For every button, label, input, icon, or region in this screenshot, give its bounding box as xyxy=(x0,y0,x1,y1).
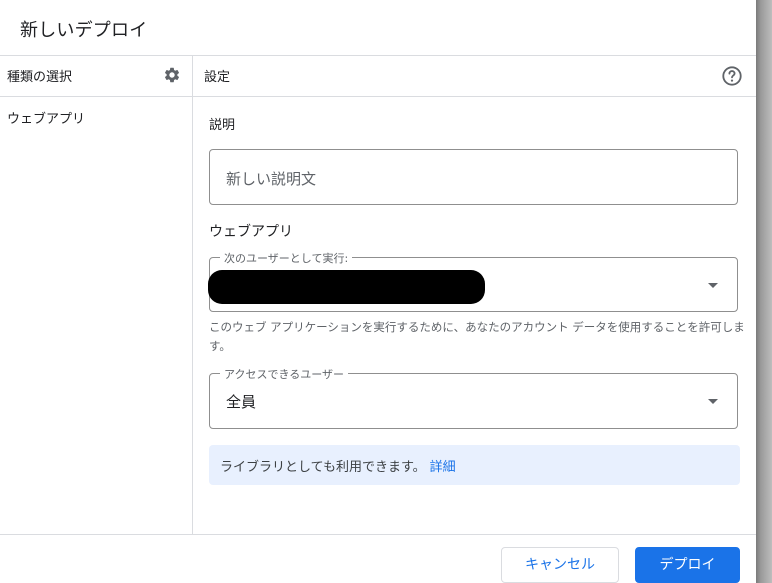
chevron-down-icon xyxy=(708,399,718,404)
title-divider xyxy=(0,55,756,56)
dialog-title: 新しいデプロイ xyxy=(20,20,148,41)
learn-more-link[interactable]: 詳細 xyxy=(430,460,456,475)
description-label: 説明 xyxy=(209,118,236,133)
deploy-button[interactable]: デプロイ xyxy=(635,547,740,583)
description-placeholder: 新しい説明文 xyxy=(226,170,317,188)
webapp-section-title: ウェブアプリ xyxy=(209,224,293,240)
gear-icon[interactable] xyxy=(163,66,181,84)
cancel-button[interactable]: キャンセル xyxy=(501,547,619,583)
type-item-web-app[interactable]: ウェブアプリ xyxy=(7,108,85,127)
settings-header: 設定 xyxy=(204,70,231,85)
library-info-message: ライブラリとしても利用できます。 xyxy=(220,460,426,475)
help-circle-icon[interactable] xyxy=(721,65,743,87)
access-label: アクセスできるユーザー xyxy=(220,366,349,382)
execute-as-select[interactable]: 次のユーザーとして実行: xyxy=(208,250,738,312)
execute-as-label: 次のユーザーとして実行: xyxy=(220,250,353,266)
library-info-box: ライブラリとしても利用できます。 詳細 xyxy=(209,445,740,485)
header-divider xyxy=(0,96,756,97)
library-info-text: ライブラリとしても利用できます。 詳細 xyxy=(220,456,456,475)
select-type-header: 種類の選択 xyxy=(7,70,73,85)
execute-as-help-text: このウェブ アプリケーションを実行するために、あなたのアカウント データを使用す… xyxy=(209,320,745,353)
footer-divider xyxy=(0,534,756,535)
access-select[interactable]: アクセスできるユーザー 全員 xyxy=(209,366,738,429)
redacted-account-part xyxy=(216,286,473,302)
chevron-down-icon xyxy=(708,283,718,288)
access-value: 全員 xyxy=(226,393,257,411)
description-input[interactable]: 新しい説明文 xyxy=(209,149,738,205)
new-deployment-dialog: 新しいデプロイ 種類の選択 ウェブアプリ 設定 説明 新しい説明文 ウェブアプリ… xyxy=(0,0,756,583)
panel-divider xyxy=(192,56,193,534)
background-overlay xyxy=(756,0,772,583)
